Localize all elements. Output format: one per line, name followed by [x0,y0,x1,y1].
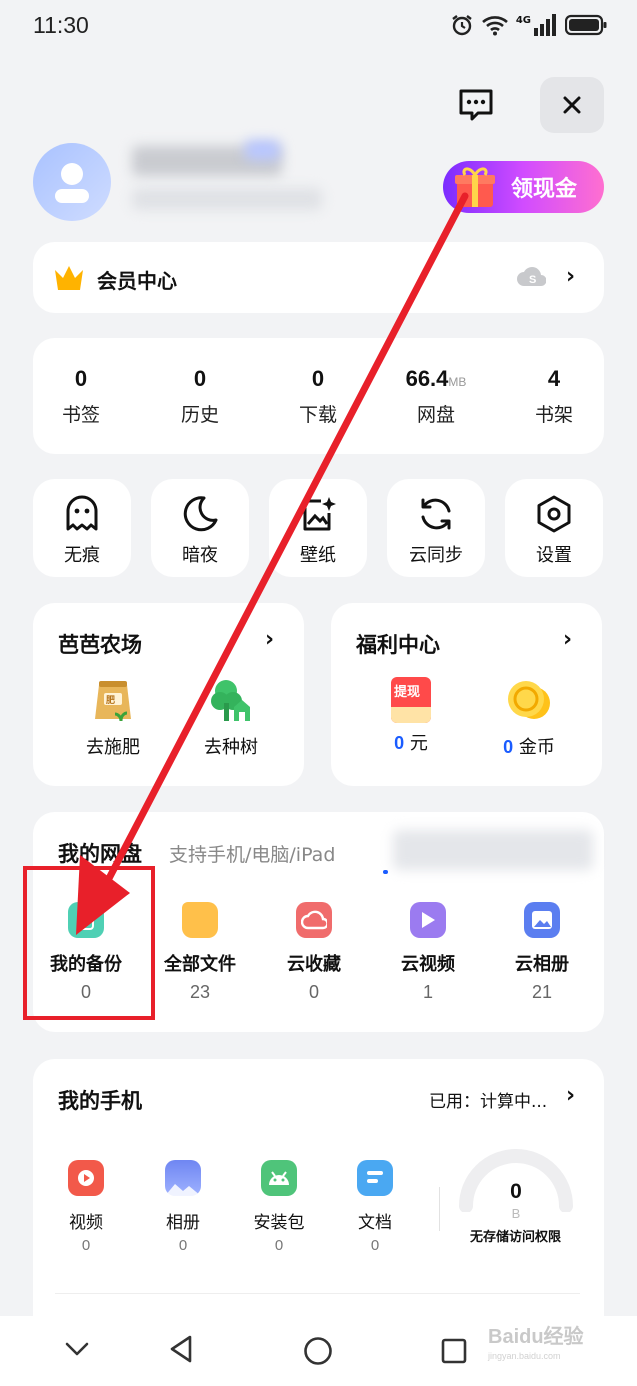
recents-icon[interactable] [440,1337,468,1365]
home-icon[interactable] [303,1336,333,1366]
baidu-watermark: Baidu经验 jingyan.baidu.com [488,1320,608,1376]
system-nav-bar: Baidu经验 jingyan.baidu.com [0,1316,637,1386]
back-icon[interactable] [168,1334,194,1364]
annotation-arrow [76,192,469,935]
watermark-text: Baidu经验 [488,1326,584,1348]
chevron-down-icon[interactable] [64,1340,90,1358]
watermark-subtext: jingyan.baidu.com [488,1351,561,1361]
